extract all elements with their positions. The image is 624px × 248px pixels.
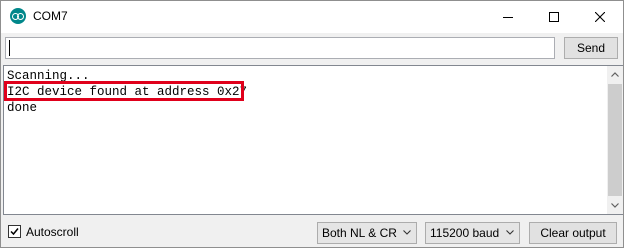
close-icon	[595, 12, 605, 22]
vertical-scrollbar[interactable]	[607, 65, 623, 215]
input-row: Send	[1, 33, 623, 64]
arduino-icon	[10, 8, 26, 24]
title-bar: COM7	[1, 1, 623, 33]
serial-output[interactable]: Scanning... I2C device found at address …	[3, 65, 607, 215]
maximize-icon	[549, 12, 559, 22]
line-ending-select[interactable]: Both NL & CR	[317, 222, 417, 244]
baud-rate-select[interactable]: 115200 baud	[425, 222, 520, 244]
baud-rate-value: 115200 baud	[430, 226, 500, 240]
chevron-down-icon	[506, 230, 514, 235]
window-title: COM7	[33, 9, 68, 23]
highlight-box	[4, 81, 244, 101]
checkmark-icon	[10, 228, 19, 236]
scroll-down-button[interactable]	[607, 197, 623, 214]
line-ending-value: Both NL & CR	[322, 226, 397, 240]
chevron-up-icon	[611, 72, 619, 77]
send-button[interactable]: Send	[564, 37, 618, 59]
command-input[interactable]	[5, 37, 555, 59]
clear-output-button[interactable]: Clear output	[529, 222, 617, 244]
minimize-button[interactable]	[485, 1, 531, 33]
serial-monitor-window: COM7 Send Scanning... I2C device found a…	[0, 0, 624, 248]
bottom-bar: Autoscroll Both NL & CR 115200 baud Clea…	[1, 215, 623, 247]
scrollbar-thumb[interactable]	[608, 84, 622, 196]
output-line: done	[7, 101, 38, 115]
autoscroll-checkbox[interactable]	[8, 225, 21, 238]
chevron-down-icon	[403, 230, 411, 235]
text-caret	[9, 40, 10, 56]
chevron-down-icon	[611, 203, 619, 208]
scroll-up-button[interactable]	[607, 66, 623, 83]
close-button[interactable]	[577, 1, 623, 33]
autoscroll-label: Autoscroll	[26, 225, 79, 239]
maximize-button[interactable]	[531, 1, 577, 33]
minimize-icon	[503, 17, 513, 18]
